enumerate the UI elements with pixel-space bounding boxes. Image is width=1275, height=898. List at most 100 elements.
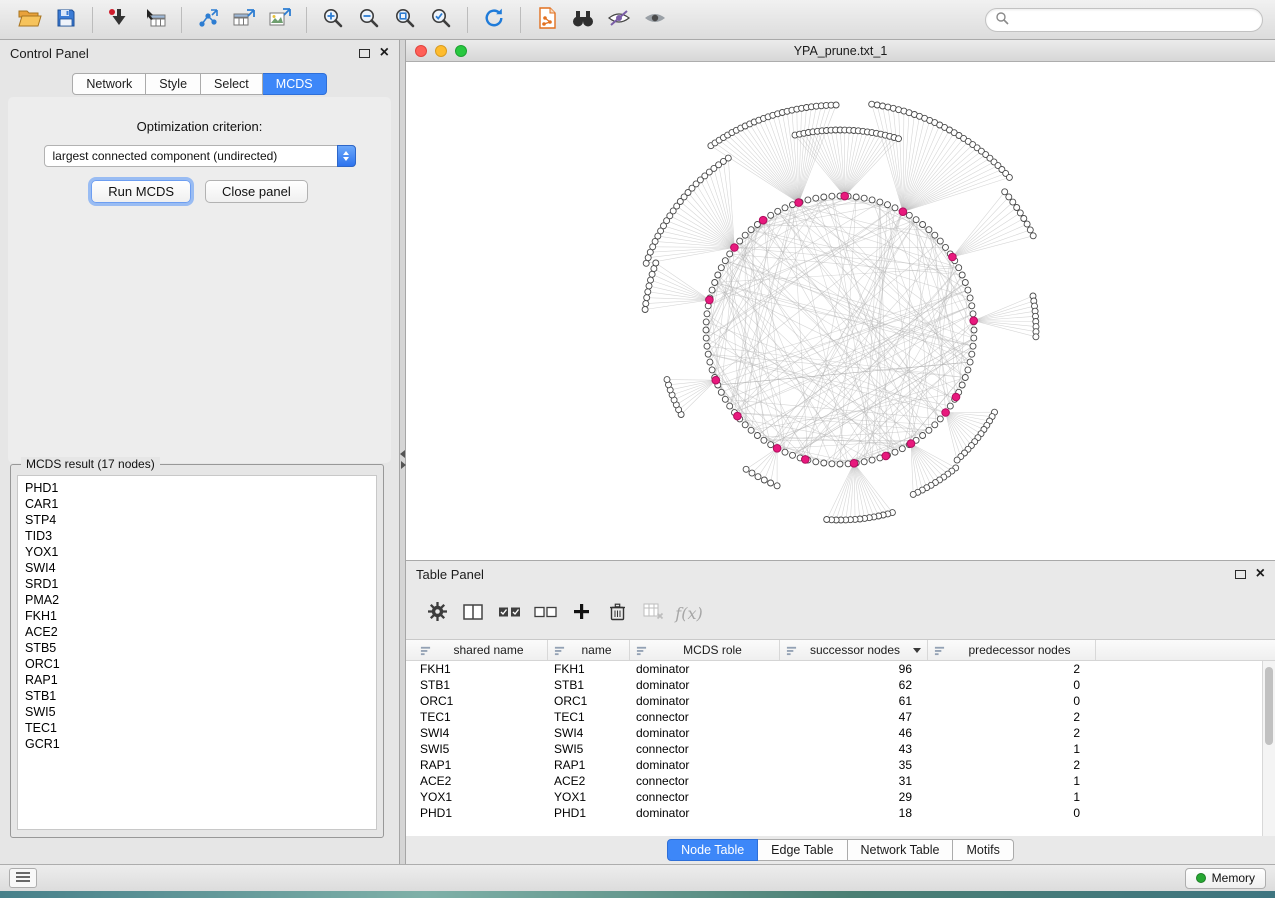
- hide-details-button[interactable]: [601, 5, 637, 35]
- open-session-button[interactable]: [12, 5, 48, 35]
- table-cell-predecessor-nodes: 1: [928, 789, 1096, 805]
- tab-mcds[interactable]: MCDS: [263, 73, 327, 95]
- mcds-result-list[interactable]: PHD1CAR1STP4TID3YOX1SWI4SRD1PMA2FKH1ACE2…: [17, 475, 377, 830]
- import-network-button[interactable]: [101, 5, 137, 35]
- unchecked-boxes-icon: [534, 605, 557, 622]
- column-header-shared-name[interactable]: shared name: [414, 640, 548, 660]
- table-row[interactable]: FKH1FKH1dominator962: [406, 661, 1275, 677]
- search-input[interactable]: [1015, 13, 1253, 27]
- mcds-result-item[interactable]: FKH1: [25, 608, 369, 624]
- scrollbar-thumb[interactable]: [1265, 667, 1273, 745]
- columns-icon: [463, 604, 483, 623]
- export-image-button[interactable]: [262, 5, 298, 35]
- zoom-fit-button[interactable]: [387, 5, 423, 35]
- close-panel-icon[interactable]: ×: [380, 45, 389, 61]
- tab-network[interactable]: Network: [72, 73, 146, 95]
- maximize-window-icon[interactable]: [455, 45, 467, 57]
- mcds-result-item[interactable]: RAP1: [25, 672, 369, 688]
- mcds-result-item[interactable]: GCR1: [25, 736, 369, 752]
- delete-table-button[interactable]: [636, 596, 670, 630]
- column-header-MCDS-role[interactable]: MCDS role: [630, 640, 780, 660]
- mcds-result-item[interactable]: PMA2: [25, 592, 369, 608]
- float-panel-icon[interactable]: [1235, 570, 1246, 579]
- delete-columns-button[interactable]: [600, 596, 634, 630]
- collapse-left-icon[interactable]: [400, 450, 405, 458]
- network-overview-button[interactable]: [529, 5, 565, 35]
- function-builder-button[interactable]: f(x): [672, 596, 706, 630]
- show-columns-button[interactable]: [456, 596, 490, 630]
- mcds-result-item[interactable]: STB1: [25, 688, 369, 704]
- memory-button[interactable]: Memory: [1185, 868, 1266, 889]
- search-box[interactable]: [985, 8, 1263, 32]
- minimize-window-icon[interactable]: [435, 45, 447, 57]
- tab-node-table[interactable]: Node Table: [667, 839, 758, 861]
- export-network-button[interactable]: [190, 5, 226, 35]
- select-all-button[interactable]: [492, 596, 526, 630]
- table-row[interactable]: SWI5SWI5connector431: [406, 741, 1275, 757]
- tab-motifs[interactable]: Motifs: [953, 839, 1013, 861]
- table-scrollbar[interactable]: [1262, 661, 1275, 836]
- mcds-result-item[interactable]: STP4: [25, 512, 369, 528]
- optimization-criterion-select[interactable]: largest connected component (undirected): [44, 145, 356, 167]
- table-row[interactable]: RAP1RAP1dominator352: [406, 757, 1275, 773]
- application-window: Control Panel × NetworkStyleSelectMCDS O…: [0, 0, 1275, 898]
- mcds-result-item[interactable]: YOX1: [25, 544, 369, 560]
- network-graph[interactable]: [406, 62, 1275, 560]
- tab-edge-table[interactable]: Edge Table: [758, 839, 847, 861]
- table-panel-header: Table Panel ×: [406, 561, 1275, 587]
- mcds-result-item[interactable]: PHD1: [25, 480, 369, 496]
- network-canvas[interactable]: [406, 62, 1275, 560]
- table-cell-name: PHD1: [548, 805, 630, 821]
- mcds-result-item[interactable]: SWI4: [25, 560, 369, 576]
- table-cell-mcds-role: dominator: [630, 693, 780, 709]
- close-panel-icon[interactable]: ×: [1256, 566, 1265, 582]
- mcds-result-item[interactable]: SWI5: [25, 704, 369, 720]
- table-cell-mcds-role: connector: [630, 741, 780, 757]
- zoom-out-button[interactable]: [351, 5, 387, 35]
- mcds-result-item[interactable]: ORC1: [25, 656, 369, 672]
- mcds-result-item[interactable]: TEC1: [25, 720, 369, 736]
- table-cell-shared-name: RAP1: [414, 757, 548, 773]
- new-column-button[interactable]: [564, 596, 598, 630]
- zoom-in-button[interactable]: [315, 5, 351, 35]
- table-row[interactable]: ACE2ACE2connector311: [406, 773, 1275, 789]
- close-window-icon[interactable]: [415, 45, 427, 57]
- panel-menu-button[interactable]: [9, 868, 37, 888]
- mcds-result-item[interactable]: TID3: [25, 528, 369, 544]
- import-table-button[interactable]: [137, 5, 173, 35]
- network-view-window: YPA_prune.txt_1: [406, 40, 1275, 560]
- table-row[interactable]: YOX1YOX1connector291: [406, 789, 1275, 805]
- table-cell-mcds-role: connector: [630, 789, 780, 805]
- table-cell-name: TEC1: [548, 709, 630, 725]
- binoculars-icon: [571, 9, 595, 30]
- zoom-selected-button[interactable]: [423, 5, 459, 35]
- mcds-result-item[interactable]: STB5: [25, 640, 369, 656]
- export-table-button[interactable]: [226, 5, 262, 35]
- mcds-result-item[interactable]: SRD1: [25, 576, 369, 592]
- table-row[interactable]: STB1STB1dominator620: [406, 677, 1275, 693]
- table-mode-button[interactable]: [420, 596, 454, 630]
- float-panel-icon[interactable]: [359, 49, 370, 58]
- run-mcds-button[interactable]: Run MCDS: [91, 180, 191, 203]
- table-cell-name: SWI5: [548, 741, 630, 757]
- mcds-result-group: MCDS result (17 nodes) PHD1CAR1STP4TID3Y…: [10, 464, 384, 838]
- save-session-button[interactable]: [48, 5, 84, 35]
- deselect-all-button[interactable]: [528, 596, 562, 630]
- column-header-successor-nodes[interactable]: successor nodes: [780, 640, 928, 660]
- column-header-predecessor-nodes[interactable]: predecessor nodes: [928, 640, 1096, 660]
- mcds-result-item[interactable]: CAR1: [25, 496, 369, 512]
- apply-layout-button[interactable]: [476, 5, 512, 35]
- show-details-button[interactable]: [637, 5, 673, 35]
- tab-style[interactable]: Style: [146, 73, 201, 95]
- tab-network-table[interactable]: Network Table: [848, 839, 954, 861]
- tab-select[interactable]: Select: [201, 73, 263, 95]
- table-row[interactable]: PHD1PHD1dominator180: [406, 805, 1275, 821]
- column-header-name[interactable]: name: [548, 640, 630, 660]
- table-row[interactable]: ORC1ORC1dominator610: [406, 693, 1275, 709]
- table-row[interactable]: TEC1TEC1connector472: [406, 709, 1275, 725]
- table-row[interactable]: SWI4SWI4dominator462: [406, 725, 1275, 741]
- table-cell-successor-nodes: 46: [780, 725, 928, 741]
- search-network-button[interactable]: [565, 5, 601, 35]
- mcds-result-item[interactable]: ACE2: [25, 624, 369, 640]
- close-panel-button[interactable]: Close panel: [205, 180, 308, 203]
